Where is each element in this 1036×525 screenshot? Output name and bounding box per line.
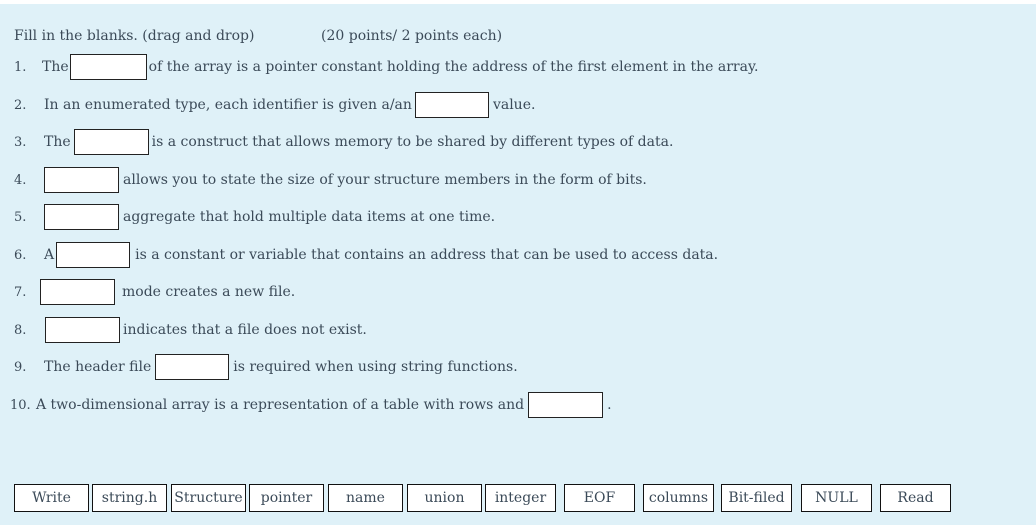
- answer-token-bit-filed[interactable]: Bit-filed: [721, 484, 792, 512]
- drop-blank-3[interactable]: [73, 129, 149, 155]
- question-text-after: of the array is a pointer constant holdi…: [148, 59, 759, 75]
- drop-blank-7[interactable]: [40, 279, 115, 305]
- question-1: 1. The of the array is a pointer constan…: [14, 53, 758, 81]
- answer-token-eof[interactable]: EOF: [564, 484, 635, 512]
- drop-blank-4[interactable]: [44, 167, 119, 193]
- answer-token-write[interactable]: Write: [14, 484, 89, 512]
- question-text-after: aggregate that hold multiple data items …: [123, 209, 496, 225]
- drop-blank-1[interactable]: [69, 54, 147, 80]
- answer-token-pointer[interactable]: pointer: [249, 484, 324, 512]
- question-6: 6. A is a constant or variable that cont…: [14, 241, 718, 269]
- question-text-after: .: [607, 397, 612, 413]
- drop-blank-9[interactable]: [155, 354, 230, 380]
- question-7: 7. mode creates a new file.: [14, 278, 295, 306]
- question-number: 3.: [14, 134, 27, 150]
- answer-token-union[interactable]: union: [407, 484, 482, 512]
- question-text-after: is a constant or variable that contains …: [135, 247, 719, 263]
- instructions-text: Fill in the blanks. (drag and drop): [14, 28, 255, 44]
- question-number: 10.: [10, 397, 31, 413]
- answer-token-string-h[interactable]: string.h: [92, 484, 167, 512]
- question-3: 3. The is a construct that allows memory…: [14, 128, 673, 156]
- question-number: 5.: [14, 209, 27, 225]
- answer-token-columns[interactable]: columns: [643, 484, 714, 512]
- question-number: 6.: [14, 247, 27, 263]
- drop-blank-6[interactable]: [56, 242, 131, 268]
- answer-token-structure[interactable]: Structure: [171, 484, 246, 512]
- question-panel: Fill in the blanks. (drag and drop) (20 …: [0, 4, 1036, 525]
- question-text-after: is a construct that allows memory to be …: [151, 134, 674, 150]
- question-text-after: indicates that a file does not exist.: [123, 322, 367, 338]
- question-text-after: mode creates a new file.: [122, 284, 296, 300]
- question-5: 5. aggregate that hold multiple data ite…: [14, 203, 495, 231]
- question-text-after: value.: [492, 97, 536, 113]
- answer-token-null[interactable]: NULL: [801, 484, 872, 512]
- drop-blank-2[interactable]: [414, 92, 489, 118]
- question-number: 2.: [14, 97, 27, 113]
- question-number: 7.: [14, 284, 27, 300]
- question-text-before: The header file: [44, 359, 152, 375]
- question-number: 1.: [14, 59, 27, 75]
- instructions: Fill in the blanks. (drag and drop) (20 …: [14, 28, 502, 44]
- question-text-before: A two-dimensional array is a representat…: [36, 397, 525, 413]
- question-2: 2. In an enumerated type, each identifie…: [14, 91, 535, 119]
- answer-token-name[interactable]: name: [328, 484, 403, 512]
- question-10: 10. A two-dimensional array is a represe…: [10, 391, 612, 419]
- question-number: 9.: [14, 359, 27, 375]
- question-4: 4. allows you to state the size of your …: [14, 166, 647, 194]
- question-text-after: is required when using string functions.: [233, 359, 518, 375]
- question-text-before: The: [44, 134, 71, 150]
- answer-token-read[interactable]: Read: [880, 484, 951, 512]
- points-label: (20 points/ 2 points each): [321, 28, 503, 44]
- question-text-before: In an enumerated type, each identifier i…: [44, 97, 412, 113]
- question-9: 9. The header file is required when usin…: [14, 353, 518, 381]
- drop-blank-5[interactable]: [44, 204, 119, 230]
- drop-blank-10[interactable]: [528, 392, 604, 418]
- question-number: 4.: [14, 172, 27, 188]
- question-8: 8. indicates that a file does not exist.: [14, 316, 367, 344]
- question-text-after: allows you to state the size of your str…: [123, 172, 647, 188]
- question-text-before: The: [42, 59, 69, 75]
- question-text-before: A: [44, 247, 55, 263]
- drop-blank-8[interactable]: [45, 317, 120, 343]
- question-number: 8.: [14, 322, 27, 338]
- answer-token-integer[interactable]: integer: [485, 484, 556, 512]
